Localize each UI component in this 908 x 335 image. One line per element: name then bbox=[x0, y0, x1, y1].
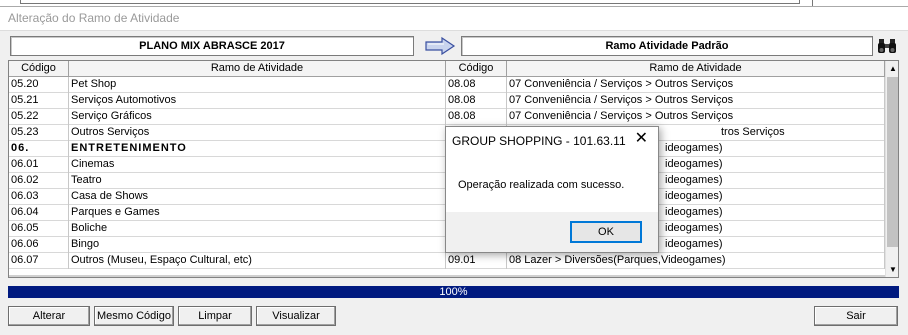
window-title: Alteração do Ramo de Atividade bbox=[8, 11, 180, 25]
message-dialog: GROUP SHOPPING - 101.63.11 ✕ Operação re… bbox=[445, 126, 659, 253]
mesmo-codigo-button[interactable]: Mesmo Código bbox=[94, 306, 174, 326]
visualizar-button[interactable]: Visualizar bbox=[256, 306, 336, 326]
background-panel-edge bbox=[20, 0, 800, 4]
column-header-activity-2[interactable]: Ramo de Atividade bbox=[507, 61, 885, 77]
progress-bar: 100% bbox=[8, 286, 899, 298]
scroll-up-icon[interactable]: ▲ bbox=[886, 61, 898, 76]
cell-activity: Serviços Automotivos bbox=[69, 93, 446, 109]
cell-code: 05.23 bbox=[9, 125, 69, 141]
cell-activity-2: 07 Conveniência / Serviços > Outros Serv… bbox=[507, 109, 885, 125]
cell-code-2: 08.08 bbox=[446, 77, 507, 93]
cell-code: 06.01 bbox=[9, 157, 69, 173]
dialog-message: Operação realizada com sucesso. bbox=[458, 179, 625, 191]
table-row[interactable]: 06.07 Outros (Museu, Espaço Cultural, et… bbox=[9, 253, 885, 269]
cell-code-2: 08.08 bbox=[446, 109, 507, 125]
table-row[interactable]: 05.20 Pet Shop 08.08 07 Conveniência / S… bbox=[9, 77, 885, 93]
column-header-code[interactable]: Código bbox=[9, 61, 69, 77]
cell-activity-2: 08 Lazer > Diversões(Parques,Videogames) bbox=[507, 253, 885, 269]
cell-activity: Casa de Shows bbox=[69, 189, 446, 205]
title-bar: Alteração do Ramo de Atividade bbox=[0, 7, 908, 31]
cell-activity: Parques e Games bbox=[69, 205, 446, 221]
cell-code: 06.04 bbox=[9, 205, 69, 221]
limpar-button[interactable]: Limpar bbox=[178, 306, 252, 326]
cell-activity: Pet Shop bbox=[69, 77, 446, 93]
cell-code: 06.06 bbox=[9, 237, 69, 253]
dialog-title: GROUP SHOPPING - 101.63.11 bbox=[452, 134, 626, 148]
cell-activity: Boliche bbox=[69, 221, 446, 237]
alterar-button[interactable]: Alterar bbox=[8, 306, 90, 326]
scroll-down-icon[interactable]: ▼ bbox=[886, 262, 898, 277]
cell-code-2: 09.01 bbox=[446, 253, 507, 269]
close-icon[interactable]: ✕ bbox=[635, 130, 648, 148]
horizontal-scrollbar[interactable] bbox=[9, 275, 885, 277]
default-activity-field[interactable]: Ramo Atividade Padrão bbox=[461, 36, 873, 56]
cell-activity: Cinemas bbox=[69, 157, 446, 173]
cell-activity: Outros Serviços bbox=[69, 125, 446, 141]
sair-button[interactable]: Sair bbox=[814, 306, 898, 326]
cell-code: 05.21 bbox=[9, 93, 69, 109]
table-row[interactable]: 05.21 Serviços Automotivos 08.08 07 Conv… bbox=[9, 93, 885, 109]
cell-code: 05.20 bbox=[9, 77, 69, 93]
vertical-scrollbar[interactable]: ▲ ▼ bbox=[885, 61, 898, 277]
header-row: PLANO MIX ABRASCE 2017 Ramo Atividade Pa… bbox=[0, 34, 908, 58]
scroll-thumb[interactable] bbox=[887, 77, 898, 247]
cell-activity: ENTRETENIMENTO bbox=[69, 141, 446, 157]
table-row[interactable]: 05.22 Serviço Gráficos 08.08 07 Conveniê… bbox=[9, 109, 885, 125]
cell-code: 06. bbox=[9, 141, 69, 157]
cell-code: 06.02 bbox=[9, 173, 69, 189]
binoculars-icon[interactable] bbox=[876, 36, 898, 56]
cell-activity-2: 07 Conveniência / Serviços > Outros Serv… bbox=[507, 77, 885, 93]
cell-activity: Serviço Gráficos bbox=[69, 109, 446, 125]
column-header-code-2[interactable]: Código bbox=[446, 61, 507, 77]
cell-code: 06.07 bbox=[9, 253, 69, 269]
cell-activity: Bingo bbox=[69, 237, 446, 253]
cell-code-2: 08.08 bbox=[446, 93, 507, 109]
cell-activity: Outros (Museu, Espaço Cultural, etc) bbox=[69, 253, 446, 269]
dialog-footer: OK bbox=[446, 212, 658, 252]
arrow-right-icon bbox=[425, 36, 456, 56]
cell-code: 06.03 bbox=[9, 189, 69, 205]
column-header-activity[interactable]: Ramo de Atividade bbox=[69, 61, 446, 77]
cell-code: 06.05 bbox=[9, 221, 69, 237]
plan-field[interactable]: PLANO MIX ABRASCE 2017 bbox=[10, 36, 414, 56]
cell-activity-2: 07 Conveniência / Serviços > Outros Serv… bbox=[507, 93, 885, 109]
ok-button[interactable]: OK bbox=[570, 221, 642, 243]
cell-code: 05.22 bbox=[9, 109, 69, 125]
cell-activity: Teatro bbox=[69, 173, 446, 189]
